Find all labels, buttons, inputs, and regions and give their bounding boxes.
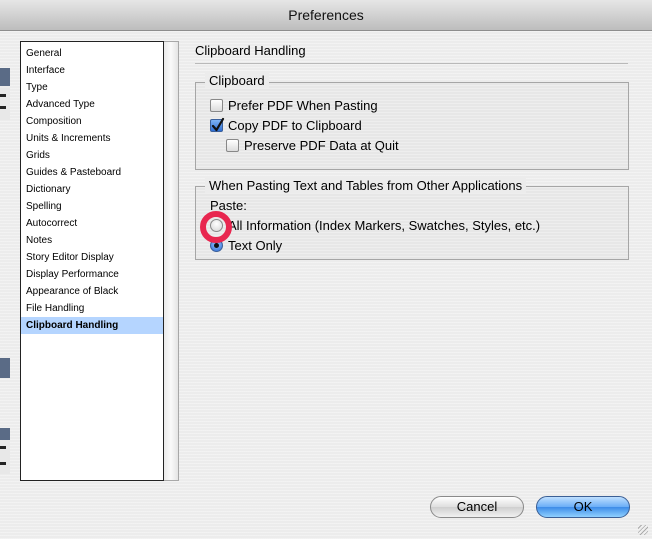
preferences-dialog: Preferences General Interface Type Advan…: [0, 0, 652, 539]
sidebar-item-general[interactable]: General: [21, 45, 163, 62]
sidebar-item-clipboard-handling[interactable]: Clipboard Handling: [21, 317, 163, 334]
background-app-mark: [0, 94, 6, 97]
background-app-mark: [0, 462, 6, 465]
sidebar-item-file-handling[interactable]: File Handling: [21, 300, 163, 317]
background-app-strip: [0, 68, 10, 86]
title-bar[interactable]: Preferences: [0, 0, 652, 31]
sidebar-item-notes[interactable]: Notes: [21, 232, 163, 249]
sidebar-item-type[interactable]: Type: [21, 79, 163, 96]
sidebar-item-autocorrect[interactable]: Autocorrect: [21, 215, 163, 232]
background-app-mark: [0, 106, 6, 109]
copy-pdf-label[interactable]: Copy PDF to Clipboard: [228, 117, 362, 135]
sidebar-item-units-increments[interactable]: Units & Increments: [21, 130, 163, 147]
ok-button[interactable]: OK: [536, 496, 630, 518]
resize-grip[interactable]: [638, 525, 648, 535]
prefer-pdf-checkbox[interactable]: [210, 99, 223, 112]
sidebar-item-advanced-type[interactable]: Advanced Type: [21, 96, 163, 113]
highlight-ring-annotation: [200, 211, 232, 243]
category-list[interactable]: General Interface Type Advanced Type Com…: [20, 41, 164, 481]
sidebar-item-dictionary[interactable]: Dictionary: [21, 181, 163, 198]
clipboard-group-legend: Clipboard: [205, 73, 269, 88]
window-title: Preferences: [288, 7, 364, 23]
sidebar-item-story-editor-display[interactable]: Story Editor Display: [21, 249, 163, 266]
sidebar-item-guides-pasteboard[interactable]: Guides & Pasteboard: [21, 164, 163, 181]
sidebar-item-spelling[interactable]: Spelling: [21, 198, 163, 215]
background-app-strip: [0, 358, 10, 378]
sidebar-item-display-performance[interactable]: Display Performance: [21, 266, 163, 283]
cancel-button[interactable]: Cancel: [430, 496, 524, 518]
sidebar-item-composition[interactable]: Composition: [21, 113, 163, 130]
panel-title-divider: [195, 63, 628, 64]
panel-title: Clipboard Handling: [195, 43, 306, 58]
preserve-pdf-label[interactable]: Preserve PDF Data at Quit: [244, 137, 399, 155]
all-information-label[interactable]: All Information (Index Markers, Swatches…: [228, 217, 540, 235]
category-list-scrollbar[interactable]: [164, 41, 179, 481]
copy-pdf-checkbox[interactable]: [210, 117, 225, 132]
background-app-mark: [0, 446, 6, 449]
text-only-label[interactable]: Text Only: [228, 237, 282, 255]
sidebar-item-interface[interactable]: Interface: [21, 62, 163, 79]
pasting-group-legend: When Pasting Text and Tables from Other …: [205, 178, 527, 193]
prefer-pdf-label[interactable]: Prefer PDF When Pasting: [228, 97, 378, 115]
background-app-strip: [0, 428, 10, 440]
sidebar-item-appearance-of-black[interactable]: Appearance of Black: [21, 283, 163, 300]
checkmark-icon: [211, 117, 225, 132]
background-app-text: [0, 88, 10, 120]
sidebar-item-grids[interactable]: Grids: [21, 147, 163, 164]
preserve-pdf-checkbox[interactable]: [226, 139, 239, 152]
